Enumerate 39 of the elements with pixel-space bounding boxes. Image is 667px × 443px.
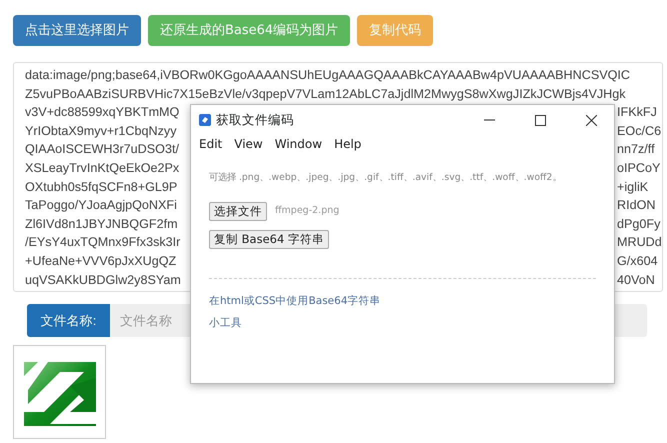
minimize-icon[interactable] (484, 119, 494, 121)
link[interactable]: 小工具 (209, 316, 242, 330)
code-text: MRUDd (617, 234, 662, 252)
code-text: OXtubh0s5fqSCFn8+GL9P (25, 178, 178, 196)
code-text: IFKkFJ (617, 104, 657, 122)
app-icon (199, 114, 211, 126)
code-text: 40VoN (617, 272, 655, 289)
window-title: 获取文件编码 (216, 110, 294, 129)
menu-item[interactable]: Window (270, 135, 326, 153)
choose-file-button[interactable]: 选择文件 (209, 202, 267, 222)
code-text: Z5vuPBoAABziSURBVHic7X15eBzVle/v3qpepV7VLam12AbLC7aJjdlM2MwygS8wXwgJIZkJCWBjs4VJHgk (25, 86, 626, 103)
code-text: +igliK (617, 178, 648, 196)
code-text: QIAAoISCEWH3r7uDSO3t/ (25, 141, 180, 158)
close-icon[interactable] (586, 114, 596, 126)
code-text: EOc/C6 (617, 122, 662, 140)
file-name: ffmpeg-2.png (275, 204, 340, 218)
copy-button[interactable]: 复制 Base64 字符串 (209, 230, 329, 250)
code-text: nn7z/ff (617, 141, 655, 158)
code-text: oIPCoY (617, 160, 660, 177)
code-text: XSLeayTrvInKtQeEkOe2Px (25, 160, 180, 177)
code-text: dPg0Fy (617, 216, 660, 233)
link[interactable]: 在html或CSS中使用Base64字符串 (209, 294, 381, 308)
code-text: Zl6IVd8n1JBYJNBQGF2fm (25, 216, 179, 233)
code-text: YrIObtaX9myv+r1CbqNzyy (25, 122, 178, 140)
code-text: uqVSAKkUBDGlw2y8SYam (25, 272, 182, 289)
code-text: TaPoggo/YJoaAgjpQoNXFi (25, 197, 178, 214)
menu-item[interactable]: View (230, 135, 267, 153)
code-text: +UfeaNe+VVV6pJxXUgQZ (25, 252, 178, 270)
code-text: v3V+dc88599xqYBKTmMQ (25, 104, 180, 122)
field-label: 文件名称: (27, 304, 110, 337)
hint-text: 可选择 .png、.webp、.jpeg、.jpg、.gif、.tiff、.avif、.svg、.ttf、.woff、.woff2。 (209, 171, 562, 185)
code-text: data:image/png;base64,iVBORw0KGgoAAAANSUhEUgAAAGQAAABkCAYAAABw4pVUAAAABHNCSVQIC (25, 67, 630, 84)
menu-item[interactable]: Help (330, 135, 366, 153)
code-text: RIdON (617, 197, 656, 214)
code-text: G/x604 (617, 252, 658, 270)
maximize-icon[interactable] (534, 114, 546, 126)
code-text: /EYsY4uxTQMnx9Ffx3sk3Ir (25, 234, 182, 252)
toolbar-button[interactable]: 点击这里选择图片 (13, 15, 141, 46)
menu-item[interactable]: Edit (195, 135, 226, 153)
